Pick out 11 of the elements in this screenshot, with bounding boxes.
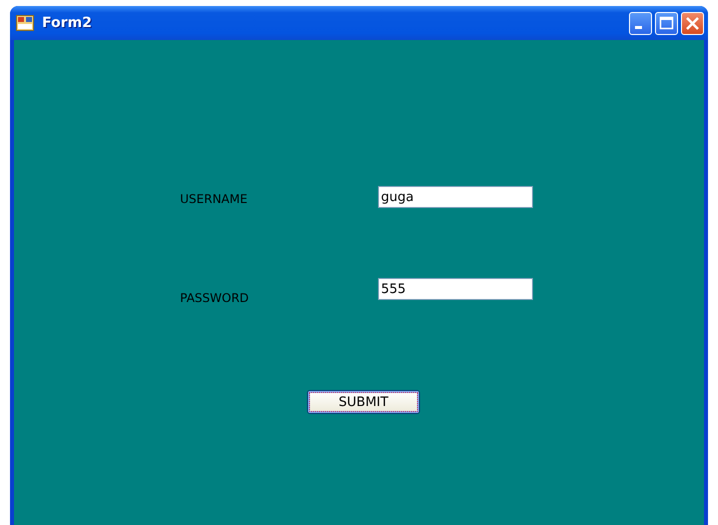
maximize-button[interactable]: [655, 12, 678, 34]
minimize-icon: [634, 26, 642, 29]
field-label: USERNAME: [180, 191, 248, 206]
submit-button[interactable]: SUBMIT: [307, 390, 420, 414]
minimize-button[interactable]: [629, 12, 652, 34]
window-title: Form2: [42, 15, 92, 31]
input-field[interactable]: 555: [378, 278, 533, 300]
form-icon: [16, 15, 34, 31]
close-button[interactable]: [681, 12, 704, 34]
field-label: PASSWORD: [180, 290, 250, 305]
input-field[interactable]: guga: [378, 186, 533, 208]
